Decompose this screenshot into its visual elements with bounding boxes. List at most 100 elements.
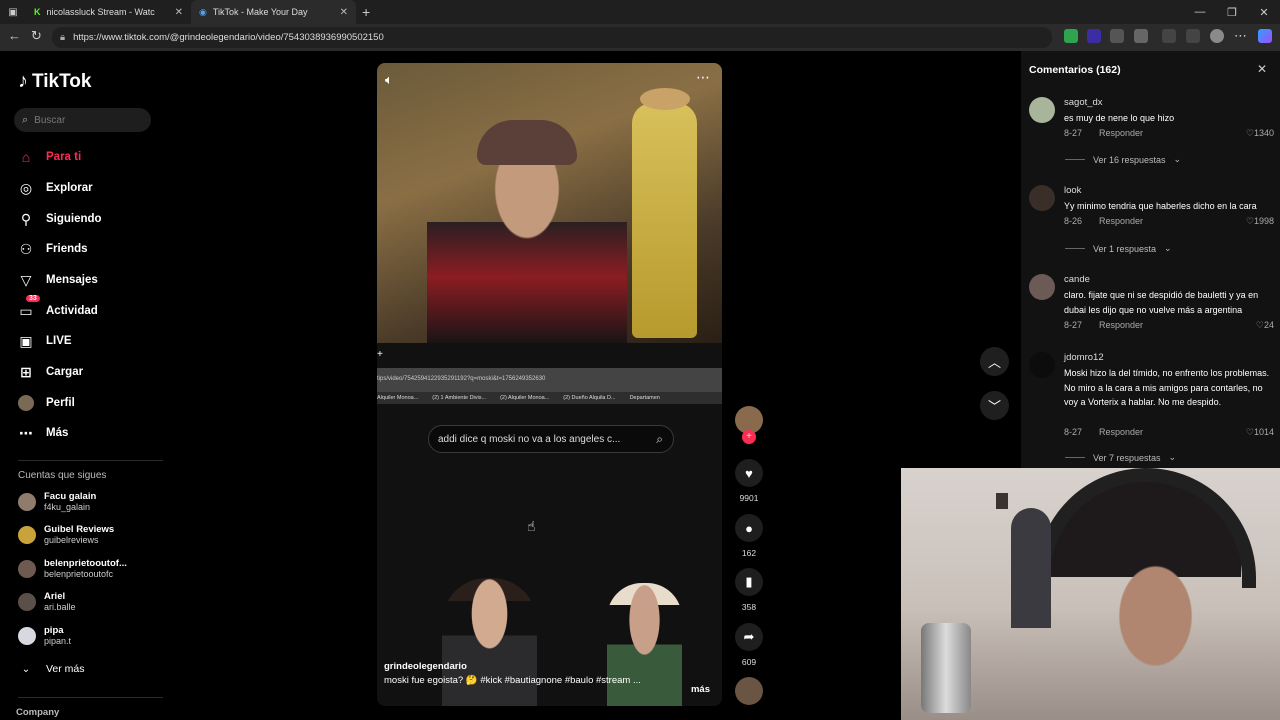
back-icon[interactable]: ← — [8, 28, 21, 43]
activity-badge: 33 — [26, 295, 40, 302]
avatar — [18, 493, 36, 511]
nav-label: Explorar — [46, 182, 93, 194]
see-more-button[interactable]: ⌄ Ver más — [18, 661, 85, 677]
comment-item: jdomro12 Moski hizo la del tímido, no en… — [1029, 352, 1274, 442]
save-button[interactable]: ▮ 358 — [735, 568, 763, 612]
profile-avatar — [18, 395, 34, 411]
comment-user[interactable]: cande — [1064, 274, 1090, 285]
figure-yellow-suit — [632, 103, 697, 338]
nav-explorar[interactable]: ◎ Explorar — [18, 180, 93, 196]
copilot-icon[interactable] — [1258, 29, 1272, 43]
comment-user[interactable]: look — [1064, 185, 1081, 196]
tab-kick-stream[interactable]: K nicolassluck Stream - Watch ✕ — [26, 0, 191, 24]
reply-button[interactable]: Responder — [1099, 216, 1143, 226]
nav-friends[interactable]: ⚇ Friends — [18, 241, 88, 257]
avatar[interactable] — [1029, 97, 1055, 123]
nav-label: Mensajes — [46, 274, 98, 286]
comment-like-button[interactable]: ♡1998 — [1246, 216, 1274, 227]
more-caption-button[interactable]: más — [691, 684, 710, 695]
view-replies-button[interactable]: Ver 1 respuesta ⌄ — [1065, 243, 1172, 254]
video-options-icon[interactable]: ⋯ — [696, 69, 710, 86]
chevron-up-icon: ︿ — [987, 355, 1001, 370]
extensions-puzzle-icon[interactable] — [1162, 29, 1176, 43]
close-window-icon[interactable]: ✕ — [1248, 6, 1280, 19]
account-name: belenprietooutof... — [44, 558, 127, 569]
creator-avatar-button[interactable]: + — [735, 406, 763, 444]
avatar[interactable] — [1029, 274, 1055, 300]
previous-video-button[interactable]: ︿ — [980, 347, 1009, 376]
comment-like-button[interactable]: ♡1014 — [1246, 427, 1274, 438]
nav-mas[interactable]: ⋯ Más — [18, 425, 68, 441]
nav-siguiendo[interactable]: ⚲ Siguiendo — [18, 211, 102, 227]
tab-tiktok[interactable]: ◉ TikTok - Make Your Day ✕ — [191, 0, 356, 24]
video-player[interactable]: 🔈︎ ⋯ + tips/video/7542594122935291192?q=… — [377, 63, 722, 706]
account-handle: belenprietooutofc — [44, 569, 114, 579]
comment-like-button[interactable]: ♡24 — [1256, 320, 1274, 331]
search-input[interactable]: ⌕ Buscar — [14, 108, 151, 132]
avatar[interactable] — [1029, 185, 1055, 211]
close-tab-icon[interactable]: ✕ — [340, 7, 348, 18]
comment-date: 8-27 — [1064, 427, 1083, 437]
nav-mensajes[interactable]: ▽ Mensajes — [18, 272, 98, 288]
comment-likes: 1998 — [1253, 216, 1274, 226]
like-button[interactable]: ♥ 9901 — [735, 459, 763, 503]
extension-icon[interactable] — [1134, 29, 1148, 43]
mute-icon[interactable]: 🔈︎ — [385, 72, 393, 88]
extension-icon[interactable] — [1087, 29, 1101, 43]
view-replies-button[interactable]: Ver 16 respuestas ⌄ — [1065, 154, 1181, 165]
next-video-button[interactable]: ﹀ — [980, 391, 1009, 420]
following-account[interactable]: Facu galain f4ku_galain — [18, 491, 96, 513]
close-icon[interactable]: ✕ — [1257, 62, 1267, 76]
reply-button[interactable]: Responder — [1099, 320, 1143, 330]
favorites-icon[interactable] — [1186, 29, 1200, 43]
webcam-overlay — [901, 468, 1280, 720]
tab-title: nicolassluck Stream - Watch — [46, 7, 155, 17]
comment-like-button[interactable]: ♡1340 — [1246, 128, 1274, 139]
footer-company[interactable]: Company — [16, 707, 59, 718]
browser-menu-icon[interactable]: ⋯ — [1234, 28, 1247, 44]
following-account[interactable]: Ariel ari.balle — [18, 591, 76, 613]
following-account[interactable]: belenprietooutof... belenprietooutofc — [18, 558, 127, 580]
nav-cargar[interactable]: ⊞ Cargar — [18, 364, 83, 380]
sound-disc-button[interactable] — [735, 677, 763, 711]
nav-perfil[interactable]: Perfil — [18, 395, 75, 411]
nav-live[interactable]: ▣ LIVE — [18, 333, 71, 349]
reply-button[interactable]: Responder — [1099, 427, 1143, 437]
view-replies-button[interactable]: Ver 7 respuestas ⌄ — [1065, 452, 1176, 463]
minimize-icon[interactable]: — — [1184, 6, 1216, 18]
comment-item: look Yy minimo tendria que haberles dich… — [1029, 185, 1274, 245]
comment-text: claro. fijate que ni se despidió de baul… — [1064, 290, 1259, 315]
brand-name: TikTok — [32, 70, 92, 92]
shares-count: 609 — [741, 657, 757, 667]
divider — [1065, 159, 1085, 160]
following-account[interactable]: Guibel Reviews guibelreviews — [18, 524, 114, 546]
window-menu-icon[interactable]: ▣ — [0, 7, 26, 18]
heart-outline-icon: ♡ — [1245, 216, 1254, 226]
close-tab-icon[interactable]: ✕ — [175, 7, 183, 18]
reload-icon[interactable]: ↻ — [31, 28, 42, 44]
avatar — [18, 627, 36, 645]
url-field[interactable]: 🔒︎ https://www.tiktok.com/@grindeolegend… — [52, 27, 1052, 48]
avatar[interactable] — [1029, 352, 1055, 378]
comment-text: es muy de nene lo que hizo — [1064, 113, 1175, 123]
profile-avatar-icon[interactable] — [1210, 29, 1224, 43]
avatar — [18, 560, 36, 578]
extension-icon[interactable] — [1110, 29, 1124, 43]
view-replies-label: Ver 7 respuestas — [1093, 452, 1161, 463]
see-more-label: Ver más — [46, 663, 85, 675]
comment-user[interactable]: jdomro12 — [1064, 352, 1104, 363]
lock-icon: 🔒︎ — [60, 32, 66, 43]
comment-user[interactable]: sagot_dx — [1064, 97, 1103, 108]
shield-extension-icon[interactable] — [1064, 29, 1078, 43]
tiktok-logo[interactable]: ♪ TikTok — [18, 70, 91, 93]
maximize-icon[interactable]: ❐ — [1216, 6, 1248, 19]
comment-button[interactable]: ● 162 — [735, 514, 763, 558]
follow-plus-icon[interactable]: + — [742, 430, 756, 444]
nav-actividad[interactable]: ▭ 33 Actividad — [18, 295, 98, 319]
share-button[interactable]: ➦ 609 — [735, 623, 763, 667]
reply-button[interactable]: Responder — [1099, 128, 1143, 138]
video-username[interactable]: grindeolegendario — [384, 660, 641, 674]
new-tab-icon[interactable]: + — [362, 4, 370, 20]
nav-para-ti[interactable]: ⌂ Para ti — [18, 149, 81, 165]
following-account[interactable]: pipa pipan.t — [18, 625, 71, 647]
